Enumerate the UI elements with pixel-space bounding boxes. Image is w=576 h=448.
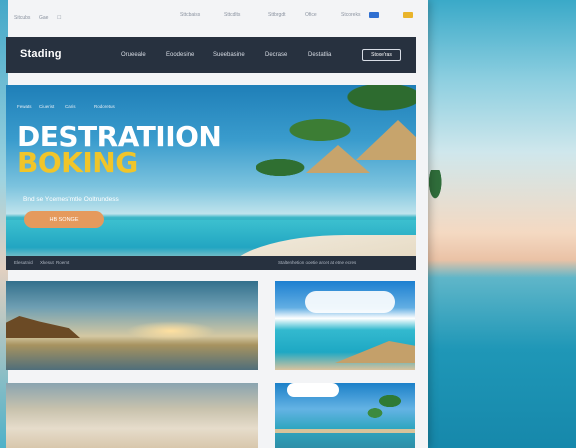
flag-icon[interactable] xyxy=(403,12,413,18)
util-link[interactable]: Sttbrgdt xyxy=(268,12,286,18)
nav-link[interactable]: Destatlia xyxy=(308,52,331,58)
nav-link[interactable]: Decrase xyxy=(265,52,287,58)
util-link[interactable]: Ofice xyxy=(305,12,317,18)
nav-link[interactable]: Eoodesine xyxy=(166,52,194,58)
main-navigation: Stading Orueeale Eoodesine Sueebasine De… xyxy=(6,37,416,73)
hero-cta-button[interactable]: HB SONGE xyxy=(24,211,104,228)
nav-link[interactable]: Sueebasine xyxy=(213,52,245,58)
nav-action-button[interactable]: Stoxe'ras xyxy=(362,49,401,61)
gallery-tile-sand[interactable] xyxy=(6,383,258,448)
strip-link[interactable]: Xkesut xyxy=(40,260,54,265)
hero-title-line2: BOKING xyxy=(17,146,138,179)
gallery-tile-coast[interactable] xyxy=(6,281,258,370)
breadcrumb-item[interactable]: Caris xyxy=(65,104,76,109)
util-link[interactable]: Sttcdlts xyxy=(224,12,240,18)
nav-link[interactable]: Orueeale xyxy=(121,52,146,58)
breadcrumb-item[interactable]: Ciuerist xyxy=(39,104,54,109)
util-link[interactable]: Sttcbaiss xyxy=(180,12,200,18)
strip-text: Staltenhetion ooetie arcet at etne ecres xyxy=(278,260,357,265)
util-link[interactable]: Sitcubs xyxy=(14,15,30,21)
hero-banner: Fewats Ciuerist Caris Rodoretus DESTRATI… xyxy=(6,85,416,269)
strip-link[interactable]: Roemt xyxy=(56,260,69,265)
util-link[interactable]: ☐ xyxy=(57,15,61,21)
cloud xyxy=(305,291,395,313)
cloud xyxy=(287,383,339,397)
breadcrumb-item[interactable]: Fewats xyxy=(17,104,32,109)
util-link[interactable]: Gae xyxy=(39,15,48,21)
ocean-backdrop xyxy=(428,0,576,448)
hero-subtitle: Bnd se Ycemes'mtle Ooltrundess xyxy=(23,196,119,203)
flag-icon[interactable] xyxy=(369,12,379,18)
breadcrumb-item[interactable]: Rodoretus xyxy=(94,104,115,109)
site-logo[interactable]: Stading xyxy=(20,48,62,60)
hut-roof xyxy=(356,120,416,160)
hero-footer-strip: Elesutnicl Xkesut Roemt Staltenhetion oo… xyxy=(6,256,416,270)
utility-bar: Sitcubs Gae ☐ Sttcbaiss Sttcdlts Sttbrgd… xyxy=(0,0,428,32)
rock-formation xyxy=(6,316,80,338)
browser-page: Sitcubs Gae ☐ Sttcbaiss Sttcdlts Sttbrgd… xyxy=(0,0,428,448)
util-link[interactable]: Stcoreks xyxy=(341,12,360,18)
gallery-tile-pier[interactable] xyxy=(275,383,415,448)
gallery-tile-lagoon[interactable] xyxy=(275,281,415,370)
palm-trees xyxy=(365,393,415,433)
palm-silhouette xyxy=(428,170,446,210)
strip-link[interactable]: Elesutnicl xyxy=(14,260,33,265)
hut-roof xyxy=(335,341,415,363)
sun-glow xyxy=(126,321,216,341)
